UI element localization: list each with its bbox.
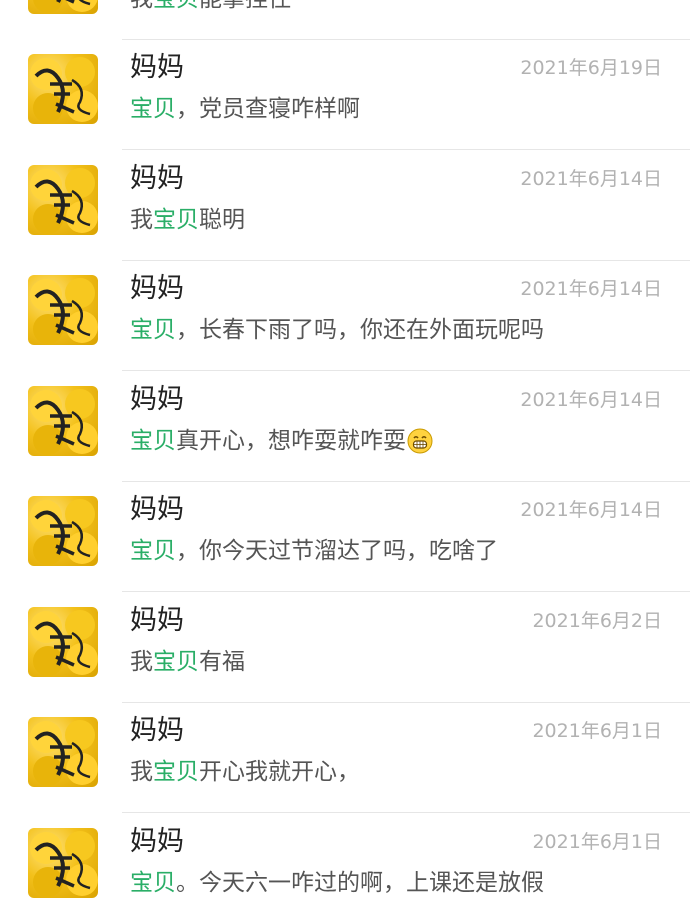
preview-suffix: 聪明 [199,206,245,233]
contact-name: 妈妈 [130,273,184,304]
preview-suffix: ，长春下雨了吗，你还在外面玩呢吗 [176,317,544,343]
preview-prefix: 我 [130,759,153,785]
flower-avatar-icon [30,278,98,344]
avatar[interactable] [28,385,98,456]
avatar[interactable] [28,54,98,124]
contact-name: 妈妈 [130,52,184,83]
message-preview: 宝贝 真开心，想咋耍就咋耍 [130,425,433,457]
message-date: 2021年6月1日 [532,830,662,853]
list-item[interactable]: 妈妈 2021年6月14日 宝贝 真开心，想咋耍就咋耍 [0,372,690,482]
preview-suffix: ，党员查寝咋样啊 [176,96,360,122]
preview-suffix: 能拿捏住 [199,0,291,15]
avatar[interactable] [28,606,98,677]
contact-name: 妈妈 [130,494,184,525]
preview-highlight: 宝贝 [153,759,199,785]
preview-highlight: 宝贝 [130,96,176,122]
message-date: 2021年6月14日 [520,388,662,411]
flower-avatar-icon [30,830,98,897]
message-preview: 我宝贝能拿捏住 [130,0,291,15]
message-date: 2021年6月2日 [532,609,662,632]
preview-suffix: 。今天六一咋过的啊，上课还是放假 [176,869,544,896]
preview-prefix: 我 [130,648,153,675]
preview-highlight: 宝贝 [153,0,199,15]
contact-name: 妈妈 [130,162,184,194]
preview-suffix: 有福 [199,648,245,675]
flower-avatar-icon [30,609,98,676]
avatar[interactable] [28,275,98,345]
contact-name: 妈妈 [130,715,184,746]
message-preview: 我宝贝 开心我就开心， [130,756,360,788]
preview-suffix: ，你今天过节溜达了吗，吃啥了 [176,538,498,564]
message-preview: 宝贝 ，你今天过节溜达了吗，吃啥了 [130,535,498,567]
avatar[interactable] [28,0,98,14]
flower-avatar-icon [30,388,98,455]
preview-highlight: 宝贝 [130,317,176,343]
preview-prefix: 我 [130,206,153,233]
list-item[interactable]: 妈妈 2021年6月1日 我宝贝 开心我就开心， [0,703,690,813]
message-preview: 宝贝 。今天六一咋过的啊，上课还是放假 [130,867,544,899]
flower-avatar-icon [30,499,98,565]
flower-avatar-icon [33,0,98,13]
preview-highlight: 宝贝 [153,206,199,233]
avatar[interactable] [28,496,98,566]
avatar[interactable] [28,717,98,787]
list-item[interactable]: 妈妈 2021年6月19日 宝贝 ，党员查寝咋样啊 [0,40,690,150]
contact-name: 妈妈 [130,604,184,636]
avatar[interactable] [28,164,98,235]
preview-prefix: 我 [130,0,153,15]
contact-name: 妈妈 [130,825,184,857]
preview-highlight: 宝贝 [130,427,176,454]
message-date: 2021年6月14日 [520,278,662,300]
avatar[interactable] [28,827,98,898]
grinning-face-icon [407,428,433,454]
message-date: 2021年6月14日 [520,167,662,190]
message-preview: 我宝贝 聪明 [130,204,245,236]
message-date: 2021年6月19日 [520,57,662,79]
contact-name: 妈妈 [130,383,184,415]
list-item-partial[interactable]: 我宝贝能拿捏住 [0,0,690,40]
list-item[interactable]: 妈妈 2021年6月14日 宝贝 ，长春下雨了吗，你还在外面玩呢吗 [0,261,690,371]
preview-highlight: 宝贝 [130,869,176,896]
flower-avatar-icon [30,720,98,786]
message-date: 2021年6月1日 [532,720,662,742]
flower-avatar-icon [30,57,98,123]
message-preview: 我宝贝 有福 [130,646,245,678]
list-item[interactable]: 妈妈 2021年6月14日 我宝贝 聪明 [0,151,690,261]
list-item[interactable]: 妈妈 2021年6月1日 宝贝 。今天六一咋过的啊，上课还是放假 [0,814,690,919]
preview-suffix: 真开心，想咋耍就咋耍 [176,427,406,454]
preview-highlight: 宝贝 [153,648,199,675]
flower-avatar-icon [30,167,98,234]
list-item[interactable]: 妈妈 2021年6月2日 我宝贝 有福 [0,593,690,703]
preview-highlight: 宝贝 [130,538,176,564]
message-preview: 宝贝 ，长春下雨了吗，你还在外面玩呢吗 [130,314,544,346]
message-preview: 宝贝 ，党员查寝咋样啊 [130,93,360,125]
chat-search-results: 我宝贝能拿捏住 妈妈 2021年6月19日 宝贝，党员查寝咋样啊 [0,0,690,919]
list-item[interactable]: 妈妈 2021年6月14日 宝贝 ，你今天过节溜达了吗，吃啥了 [0,482,690,592]
preview-suffix: 开心我就开心， [199,759,360,785]
message-date: 2021年6月14日 [520,499,662,521]
